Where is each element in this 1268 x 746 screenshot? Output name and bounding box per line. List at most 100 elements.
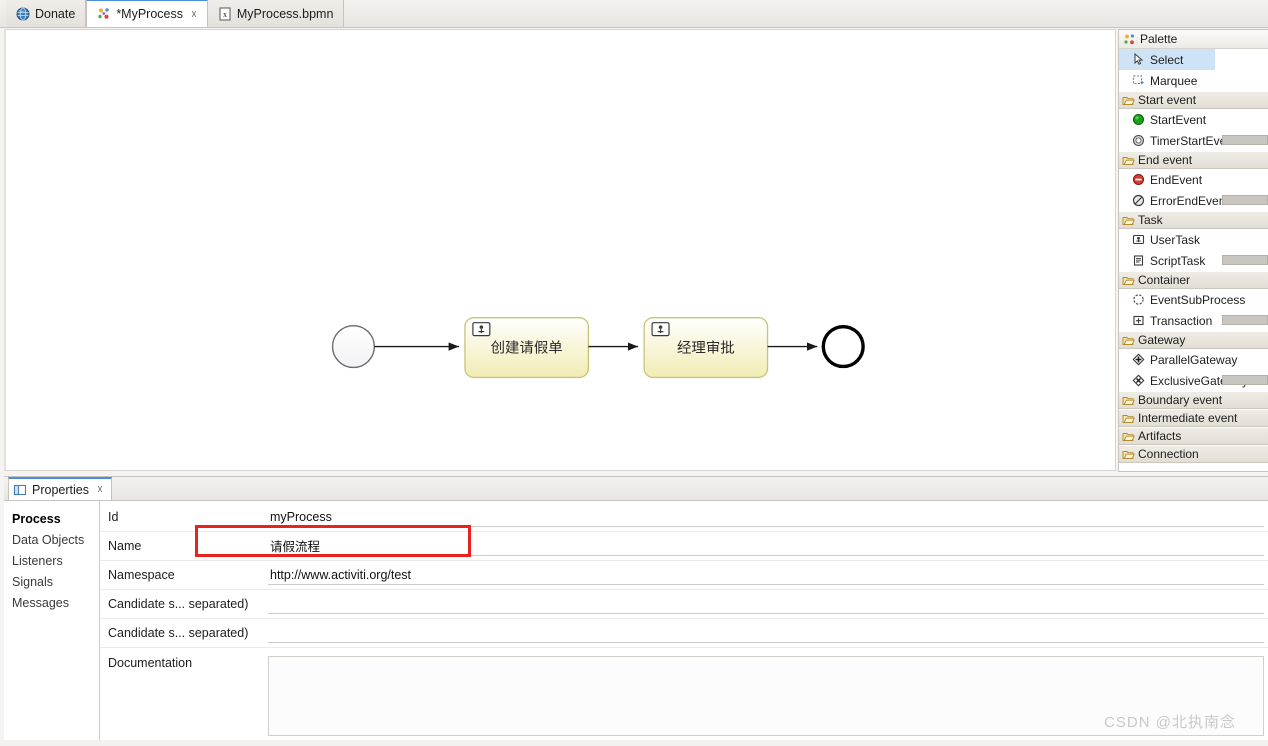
id-label: Id: [100, 510, 268, 524]
palette-tool-select[interactable]: Select: [1119, 49, 1215, 70]
palette-item-parallelgateway[interactable]: ParallelGateway: [1119, 349, 1268, 370]
palette-tool-marquee[interactable]: Marquee: [1119, 70, 1268, 91]
palette-section-label: Container: [1138, 273, 1190, 287]
documentation-label: Documentation: [100, 656, 268, 670]
side-tab-label: Data Objects: [12, 533, 84, 547]
properties-icon: [13, 483, 27, 497]
palette-scrollbar[interactable]: [1222, 135, 1268, 145]
palette-item-transaction[interactable]: Transaction: [1119, 310, 1268, 331]
palette-section-label: Intermediate event: [1138, 411, 1237, 425]
tab-label: *MyProcess: [116, 7, 183, 21]
properties-tab-process[interactable]: Process: [4, 509, 99, 530]
palette-section-artifacts[interactable]: Artifacts: [1119, 427, 1268, 445]
marquee-icon: [1132, 74, 1145, 87]
palette-item-endevent[interactable]: EndEvent: [1119, 169, 1268, 190]
palette-tool-label: Marquee: [1150, 74, 1197, 88]
palette-item-timerstartevent[interactable]: TimerStartEvent: [1119, 130, 1268, 151]
tab-myprocess[interactable]: *MyProcess ☓: [86, 0, 208, 27]
properties-form: Id myProcess Name 请假流程 Namespace http://…: [100, 501, 1268, 746]
bottom-filler: [0, 740, 1268, 746]
palette-section-task[interactable]: Task: [1119, 211, 1268, 229]
properties-tab-listeners[interactable]: Listeners: [4, 551, 99, 572]
palette-item-errorendevent[interactable]: ErrorEndEvent: [1119, 190, 1268, 211]
name-input[interactable]: 请假流程: [268, 537, 1264, 556]
palette-icon: [1123, 33, 1136, 46]
folder-open-icon: [1122, 214, 1135, 227]
palette-scrollbar[interactable]: [1222, 255, 1268, 265]
eclipse-bpmn-editor-window: Donate *MyProcess ☓ x: [0, 0, 1268, 746]
bpmn-user-task-2[interactable]: 经理审批: [644, 318, 767, 378]
folder-open-icon: [1122, 448, 1135, 461]
palette-item-label: ParallelGateway: [1150, 353, 1237, 367]
form-row-documentation: Documentation: [100, 648, 1268, 744]
palette-section-gateway[interactable]: Gateway: [1119, 331, 1268, 349]
bpmn-start-event[interactable]: [333, 326, 375, 368]
task-label-2: 经理审批: [677, 340, 735, 357]
palette-scrollbar[interactable]: [1222, 315, 1268, 325]
candidate-starter-users-input[interactable]: [268, 595, 1264, 614]
palette-section-intermediate-event[interactable]: Intermediate event: [1119, 409, 1268, 427]
user-task-icon: [473, 323, 490, 336]
palette-item-label: Transaction: [1150, 314, 1212, 328]
bpmn-diagram[interactable]: 创建请假单 经理审批: [6, 30, 1115, 470]
diagram-canvas[interactable]: 创建请假单 经理审批: [4, 29, 1116, 471]
palette-section-label: Boundary event: [1138, 393, 1222, 407]
palette-item-label: UserTask: [1150, 233, 1200, 247]
script-task-icon: [1132, 254, 1145, 267]
close-icon[interactable]: ☓: [97, 483, 103, 496]
end-event-icon: [1132, 173, 1145, 186]
tab-label: Donate: [35, 7, 75, 21]
palette-tool-label: Select: [1150, 53, 1183, 67]
palette-item-exclusivegateway[interactable]: ExclusiveGateway: [1119, 370, 1268, 391]
bpmn-end-event[interactable]: [823, 327, 863, 367]
event-subprocess-icon: [1132, 293, 1145, 306]
palette-item-label: ScriptTask: [1150, 254, 1205, 268]
namespace-input[interactable]: http://www.activiti.org/test: [268, 566, 1264, 585]
task-label-1: 创建请假单: [491, 340, 563, 357]
properties-side-tabs[interactable]: Process Data Objects Listeners Signals M…: [4, 501, 100, 746]
palette-scrollbar[interactable]: [1222, 375, 1268, 385]
palette-section-label: Gateway: [1138, 333, 1185, 347]
form-row-name: Name 请假流程: [100, 532, 1268, 561]
palette-scrollbar[interactable]: [1222, 195, 1268, 205]
properties-tab-bar: Properties ☓: [4, 477, 1268, 501]
palette-item-label: EndEvent: [1150, 173, 1202, 187]
bpmn-user-task-1[interactable]: 创建请假单: [465, 318, 588, 378]
palette-section-start-event[interactable]: Start event: [1119, 91, 1268, 109]
form-row-id: Id myProcess: [100, 503, 1268, 532]
folder-open-icon: [1122, 274, 1135, 287]
form-row-candidate-starter-groups: Candidate s... separated): [100, 619, 1268, 648]
xml-file-icon: x: [218, 7, 232, 21]
cursor-icon: [1132, 53, 1145, 66]
palette-section-boundary-event[interactable]: Boundary event: [1119, 391, 1268, 409]
palette-section-label: Start event: [1138, 93, 1196, 107]
palette-item-startevent[interactable]: StartEvent: [1119, 109, 1268, 130]
side-tab-label: Messages: [12, 596, 69, 610]
palette-item-eventsubprocess[interactable]: EventSubProcess: [1119, 289, 1268, 310]
palette-title: Palette: [1140, 32, 1177, 46]
parallel-gateway-icon: [1132, 353, 1145, 366]
folder-open-icon: [1122, 394, 1135, 407]
properties-tab-data-objects[interactable]: Data Objects: [4, 530, 99, 551]
properties-body: Process Data Objects Listeners Signals M…: [4, 501, 1268, 746]
tab-donate[interactable]: Donate: [6, 0, 86, 27]
palette-panel[interactable]: Palette Select Marquee: [1118, 29, 1268, 472]
transaction-icon: [1132, 314, 1145, 327]
palette-section-end-event[interactable]: End event: [1119, 151, 1268, 169]
palette-section-connection[interactable]: Connection: [1119, 445, 1268, 463]
palette-item-usertask[interactable]: UserTask: [1119, 229, 1268, 250]
bpmn-diagram-icon: [97, 7, 111, 21]
palette-item-scripttask[interactable]: ScriptTask: [1119, 250, 1268, 271]
palette-item-label: EventSubProcess: [1150, 293, 1245, 307]
globe-icon: [16, 7, 30, 21]
candidate-starter-groups-input[interactable]: [268, 624, 1264, 643]
tab-properties[interactable]: Properties ☓: [8, 477, 112, 500]
id-input[interactable]: myProcess: [268, 508, 1264, 527]
palette-section-container[interactable]: Container: [1119, 271, 1268, 289]
properties-tab-messages[interactable]: Messages: [4, 593, 99, 614]
tab-myprocess-bpmn[interactable]: x MyProcess.bpmn: [208, 0, 345, 27]
close-icon[interactable]: ☓: [191, 8, 197, 21]
properties-tab-signals[interactable]: Signals: [4, 572, 99, 593]
watermark: CSDN @北执南念: [1104, 711, 1236, 732]
properties-title: Properties: [32, 483, 89, 497]
